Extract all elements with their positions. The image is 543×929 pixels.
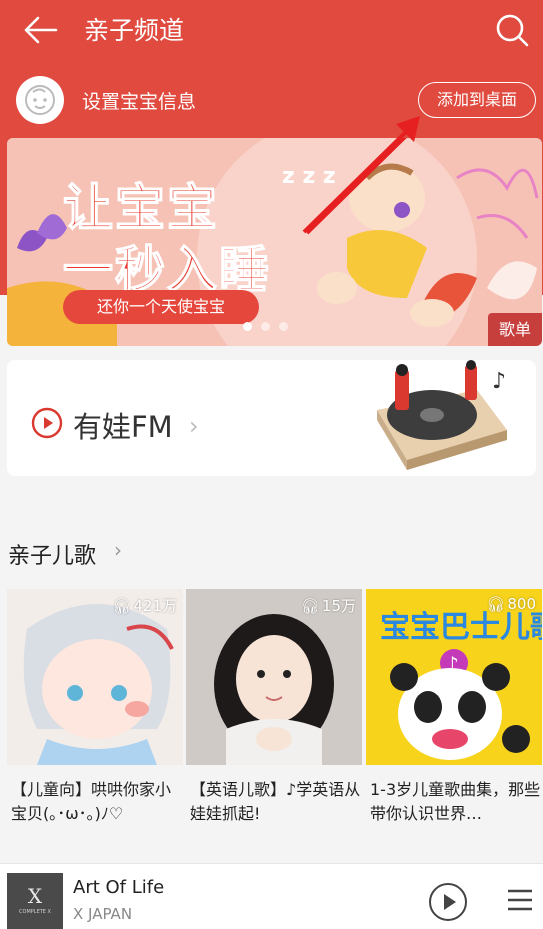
mini-player[interactable]: X COMPLETE X Art Of Life X JAPAN [0,863,543,929]
page-title: 亲子频道 [84,16,185,45]
play-count: 🎧︎ 800 [486,595,536,613]
svg-text:♪: ♪ [492,369,506,394]
banner-subtitle: 还你一个天使宝宝 [63,290,259,324]
playlist-title: 【儿童向】哄哄你家小宝贝(｡･ω･｡)ﾉ♡ [11,780,172,823]
nursery-rhymes-section[interactable]: 亲子儿歌 › [0,532,543,572]
headphones-icon: 🎧︎ [112,596,132,615]
headphones-icon: 🎧︎ [486,595,506,613]
song-artist: X JAPAN [73,905,133,923]
play-count-value: 15万 [321,597,356,615]
banner-pagination [243,322,288,331]
search-icon[interactable] [494,12,530,48]
nav-bar: 亲子频道 [0,0,543,62]
svg-text:宝宝巴士儿歌: 宝宝巴士儿歌 [380,610,542,645]
turntable-illustration: ♪ [377,360,507,470]
baby-info-row: 设置宝宝信息 添加到桌面 [0,72,543,128]
album-cover: X COMPLETE X [7,873,63,929]
playlist-title: 【英语儿歌】♪学英语从娃娃抓起! [190,780,361,823]
fm-card[interactable]: 有娃FM › ♪ [7,360,536,476]
add-to-desktop-button[interactable]: 添加到桌面 [418,82,536,118]
playlist-menu-icon[interactable] [506,888,534,912]
baby-face-icon [25,85,55,115]
baby-avatar[interactable] [16,76,64,124]
panda-bus-image: 宝宝巴士儿歌 ♪ [366,589,542,765]
banner-tag: 歌单 [488,313,542,346]
play-circle-icon [31,407,63,439]
svg-text:X: X [28,884,43,908]
page-dot[interactable] [261,322,270,331]
playlist-title: 1-3岁儿童歌曲集，那些带你认识世界… [370,780,541,823]
playlist-grid: 🎧︎ 421万 【儿童向】哄哄你家小宝贝(｡･ω･｡)ﾉ♡ 🎧︎ 15万 【英语… [0,589,543,829]
play-count-value: 800 [507,595,536,613]
song-title: Art Of Life [73,877,165,898]
play-count-value: 421万 [133,597,177,615]
promo-banner[interactable]: z z z 让宝宝 一秒入睡 还你一个天使宝宝 歌单 [7,138,542,346]
svg-text:COMPLETE X: COMPLETE X [19,909,52,915]
playlist-cover: 宝宝巴士儿歌 ♪ [366,589,542,765]
play-count: 🎧︎ 421万 [112,595,177,616]
set-baby-info-link[interactable]: 设置宝宝信息 [82,87,196,114]
annotation-arrow-icon [302,116,420,234]
page-dot-active[interactable] [243,322,252,331]
chevron-right-icon: › [114,538,122,562]
chevron-right-icon: › [189,412,199,440]
section-title: 亲子儿歌 [8,544,97,569]
page-dot[interactable] [279,322,288,331]
play-count: 🎧︎ 15万 [301,595,356,616]
back-arrow-icon[interactable] [22,14,58,46]
fm-title: 有娃FM [73,410,173,444]
play-button-icon[interactable] [428,882,468,922]
album-art-image: X COMPLETE X [7,873,63,929]
headphones-icon: 🎧︎ [300,596,320,615]
